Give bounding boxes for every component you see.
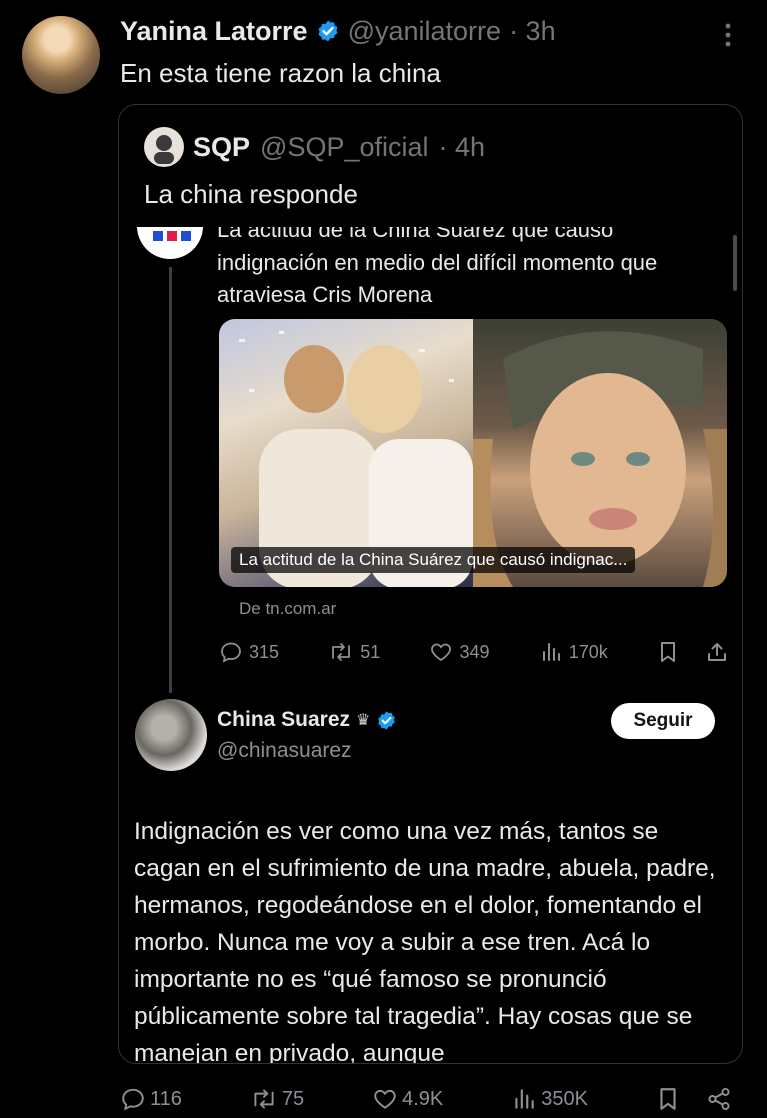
views-action[interactable]: 170k [539,640,608,664]
share-icon[interactable] [706,1086,732,1112]
news-card-caption: La actitud de la China Suárez que causó … [231,547,636,573]
reply-action[interactable]: 315 [219,640,279,664]
views-count: 350K [541,1087,588,1110]
repost-action[interactable]: 51 [328,640,380,664]
quoted-tweet-text: La china responde [144,179,358,209]
news-avatar [137,227,203,259]
author-name[interactable]: Yanina Latorre [120,16,308,47]
quoted-tweet-time: · 4h [438,131,486,162]
heart-icon [374,1089,396,1109]
extra-actions [657,640,729,664]
views-icon [515,1089,534,1109]
like-action[interactable]: 4.9K [372,1086,443,1112]
follow-button[interactable]: Seguir [611,703,715,739]
news-link-card[interactable]: La actitud de la China Suárez que causó … [219,319,727,587]
thread-line [169,267,172,693]
heart-icon [431,643,452,662]
avatar-sqp [144,127,184,167]
views-count: 170k [568,641,608,662]
avatar-china-suarez[interactable] [135,699,207,771]
more-vertical-icon[interactable] [718,20,738,50]
crown-icon: ♛ [356,712,371,729]
repost-icon [254,1089,274,1109]
like-count: 349 [459,641,490,662]
reply-icon [122,1088,144,1111]
embedded-screenshot: La actitud de la China Suárez que causó … [119,227,742,1063]
like-action[interactable]: 349 [429,640,490,664]
main-tweet-text: En esta tiene razon la china [120,58,441,88]
main-extra-actions [656,1086,732,1112]
verified-badge-icon [376,710,397,731]
scrollbar[interactable] [733,235,737,291]
like-count: 4.9K [402,1087,444,1110]
repost-count: 75 [281,1087,305,1110]
repost-icon [332,643,351,661]
main-tweet-header: Yanina Latorre @yanilatorre · 3h [120,14,556,48]
author-handle[interactable]: @yanilatorre [348,16,501,47]
avatar-yanina[interactable] [22,16,100,94]
tweet-time[interactable]: · 3h [509,16,556,47]
quoted-author-handle: @SQP_oficial [260,131,429,162]
bookmark-icon[interactable] [657,640,679,664]
quoted-tweet-header: SQP @SQP_oficial · 4h [193,129,485,165]
news-source[interactable]: De tn.com.ar [239,599,336,619]
main-tweet-actions: 116 75 4.9K 350K [120,1084,732,1114]
verified-badge-icon [316,19,340,43]
repost-action[interactable]: 75 [250,1086,304,1112]
quoted-author-name: SQP [193,131,251,162]
share-icon[interactable] [705,640,729,664]
china-author-name[interactable]: China Suarez [217,708,350,732]
reply-icon [221,642,241,663]
china-tweet-header: China Suarez ♛ [217,705,397,735]
china-tweet-body: Indignación es ver como una vez más, tan… [134,818,716,1063]
reply-count: 315 [249,641,280,662]
views-action[interactable]: 350K [511,1086,588,1112]
news-tweet-actions: 315 51 349 170k [219,637,729,667]
repost-count: 51 [360,641,381,662]
reply-count: 116 [150,1087,182,1110]
quoted-tweet-card[interactable]: SQP @SQP_oficial · 4h La china responde … [118,104,743,1064]
views-icon [542,643,560,661]
bookmark-icon[interactable] [656,1086,680,1112]
news-headline-cut: La actitud de la China Suárez que causó [217,227,614,242]
news-headline: indignación en medio del difícil momento… [217,250,658,307]
china-author-handle[interactable]: @chinasuarez [217,739,352,763]
reply-action[interactable]: 116 [120,1086,182,1112]
